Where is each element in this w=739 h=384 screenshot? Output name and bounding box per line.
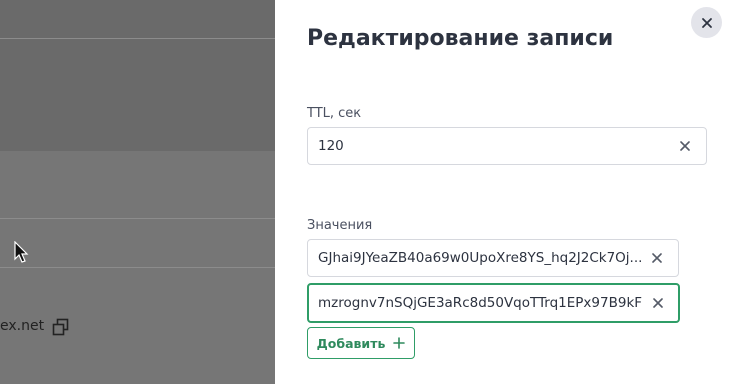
- plus-icon: [393, 337, 406, 349]
- clear-icon: [652, 253, 662, 263]
- value-input-2-text: mzrognv7nSQjGE3aRc8d50VqoTTrq1EPx97B9kFr: [318, 295, 642, 311]
- add-value-button[interactable]: Добавить: [307, 327, 415, 359]
- background-overlay[interactable]: ex.net: [0, 0, 275, 384]
- divider: [0, 38, 275, 39]
- ttl-input-value: 120: [318, 138, 344, 154]
- clear-icon: [680, 141, 690, 151]
- clear-value-1-button[interactable]: [650, 251, 664, 265]
- clear-icon: [653, 298, 663, 308]
- values-label: Значения: [307, 218, 373, 233]
- divider: [0, 218, 275, 219]
- clear-ttl-button[interactable]: [678, 139, 692, 153]
- edit-record-drawer: Редактирование записи TTL, сек 120 Значе…: [275, 0, 739, 384]
- value-input-1-text: GJhai9JYeaZB40a69w0UpoXre8YS_hq2J2Ck7Oj.…: [318, 250, 642, 266]
- value-input-1[interactable]: GJhai9JYeaZB40a69w0UpoXre8YS_hq2J2Ck7Oj.…: [307, 239, 679, 277]
- background-header-area: [0, 0, 275, 151]
- value-input-2[interactable]: mzrognv7nSQjGE3aRc8d50VqoTTrq1EPx97B9kFr: [307, 283, 680, 323]
- drawer-title: Редактирование записи: [307, 26, 614, 51]
- close-button[interactable]: [691, 7, 722, 38]
- ttl-label: TTL, сек: [307, 106, 362, 121]
- background-domain-link[interactable]: ex.net: [0, 318, 44, 334]
- clear-value-2-button[interactable]: [651, 296, 665, 310]
- copy-icon[interactable]: [52, 318, 70, 336]
- divider: [0, 267, 275, 268]
- ttl-input[interactable]: 120: [307, 127, 707, 165]
- page: ex.net Редактирование записи TTL, сек 12…: [0, 0, 739, 384]
- mouse-cursor-icon: [14, 240, 30, 265]
- add-value-button-label: Добавить: [316, 335, 386, 351]
- close-icon: [701, 17, 712, 28]
